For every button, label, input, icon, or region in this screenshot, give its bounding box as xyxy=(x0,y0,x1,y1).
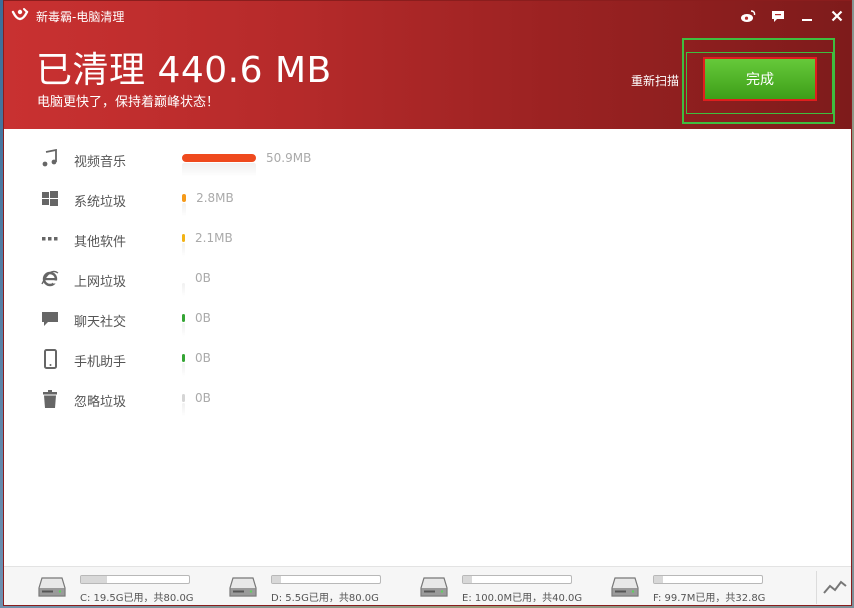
footer-divider xyxy=(816,571,817,604)
status-message: 电脑更快了，保持着巅峰状态！ xyxy=(37,95,220,110)
feedback-icon[interactable] xyxy=(769,7,787,25)
category-row: 手机助手 0B xyxy=(4,349,851,389)
category-size-value: 0B xyxy=(195,391,211,405)
drive-usage-fill xyxy=(463,576,472,583)
drive-status: C: 19.5G已用，共80.0G xyxy=(38,567,228,605)
drive-usage-bar xyxy=(271,575,381,584)
bar-reflection xyxy=(182,163,256,177)
category-size-bar xyxy=(182,394,185,402)
rescan-link[interactable]: 重新扫描 xyxy=(631,72,679,89)
weibo-icon[interactable] xyxy=(739,7,757,25)
category-row: 视频音乐 50.9MB xyxy=(4,149,851,189)
drive-usage-fill xyxy=(272,576,281,583)
drive-usage-text: E: 100.0M已用，共40.0G xyxy=(462,593,583,604)
disk-status-bar: C: 19.5G已用，共80.0G D: 5.5G已用，共80.0G E: 100.… xyxy=(4,566,851,605)
drive-usage-text: C: 19.5G已用，共80.0G xyxy=(80,593,194,604)
drive-usage-text: D: 5.5G已用，共80.0G xyxy=(271,593,379,604)
drive-usage-fill xyxy=(654,576,663,583)
category-row: 系统垃圾 2.8MB xyxy=(4,189,851,229)
music-icon xyxy=(42,149,57,167)
done-button[interactable]: 完成 xyxy=(703,57,817,101)
hard-drive-icon xyxy=(38,577,66,597)
category-label: 系统垃圾 xyxy=(74,195,127,210)
close-icon[interactable] xyxy=(828,7,846,25)
category-row: 忽略垃圾 0B xyxy=(4,389,851,429)
phone-icon xyxy=(44,349,57,369)
category-size-value: 2.1MB xyxy=(195,231,233,245)
category-label: 聊天社交 xyxy=(74,315,127,330)
drive-usage-bar xyxy=(80,575,190,584)
drive-usage-bar xyxy=(462,575,572,584)
bar-reflection xyxy=(182,323,185,337)
trend-chart-icon[interactable] xyxy=(822,577,848,597)
category-size-bar xyxy=(182,314,185,322)
drive-usage-bar xyxy=(653,575,763,584)
category-size-value: 0B xyxy=(195,271,211,285)
category-size-bar xyxy=(182,154,256,162)
chat-bubble-icon xyxy=(42,312,58,326)
category-row: 其他软件 2.1MB xyxy=(4,229,851,269)
bar-reflection xyxy=(182,243,186,257)
title-bar[interactable]: 新毒霸-电脑清理 xyxy=(4,1,851,31)
window-title: 新毒霸-电脑清理 xyxy=(36,10,125,24)
drive-status: D: 5.5G已用，共80.0G xyxy=(229,567,419,605)
ie-icon xyxy=(41,270,59,287)
bar-reflection xyxy=(182,363,185,377)
cleanup-window: 新毒霸-电脑清理 已清理 440.6 MB 电脑更快了，保持着巅峰状态！ 重新扫… xyxy=(3,0,852,606)
cleaned-size-headline: 已清理 440.6 MB xyxy=(36,50,332,91)
drive-usage-text: F: 99.7M已用，共32.8G xyxy=(653,593,766,604)
drive-status: E: 100.0M已用，共40.0G xyxy=(420,567,610,605)
hard-drive-icon xyxy=(229,577,257,597)
duba-logo-icon xyxy=(11,8,29,21)
trash-icon xyxy=(43,390,57,408)
category-size-bar xyxy=(182,234,186,242)
bar-reflection xyxy=(182,203,187,217)
hard-drive-icon xyxy=(611,577,639,597)
category-size-bar xyxy=(182,274,185,282)
category-size-value: 2.8MB xyxy=(196,191,234,205)
category-size-bar xyxy=(182,194,187,202)
category-size-value: 0B xyxy=(195,311,211,325)
category-size-value: 50.9MB xyxy=(266,151,312,165)
drive-usage-fill xyxy=(81,576,108,583)
category-size-bar xyxy=(182,354,185,362)
category-label: 视频音乐 xyxy=(74,155,127,170)
windows-icon xyxy=(42,191,58,206)
category-label: 上网垃圾 xyxy=(74,275,127,290)
bar-reflection xyxy=(182,283,185,297)
category-size-value: 0B xyxy=(195,351,211,365)
category-label: 手机助手 xyxy=(74,355,127,370)
category-row: 上网垃圾 0B xyxy=(4,269,851,309)
hard-drive-icon xyxy=(420,577,448,597)
minimize-icon[interactable] xyxy=(798,7,816,25)
drive-status: F: 99.7M已用，共32.8G xyxy=(611,567,801,605)
more-dots-icon xyxy=(42,237,58,241)
category-row: 聊天社交 0B xyxy=(4,309,851,349)
category-label: 忽略垃圾 xyxy=(74,395,127,410)
category-label: 其他软件 xyxy=(74,235,127,250)
bar-reflection xyxy=(182,403,185,417)
